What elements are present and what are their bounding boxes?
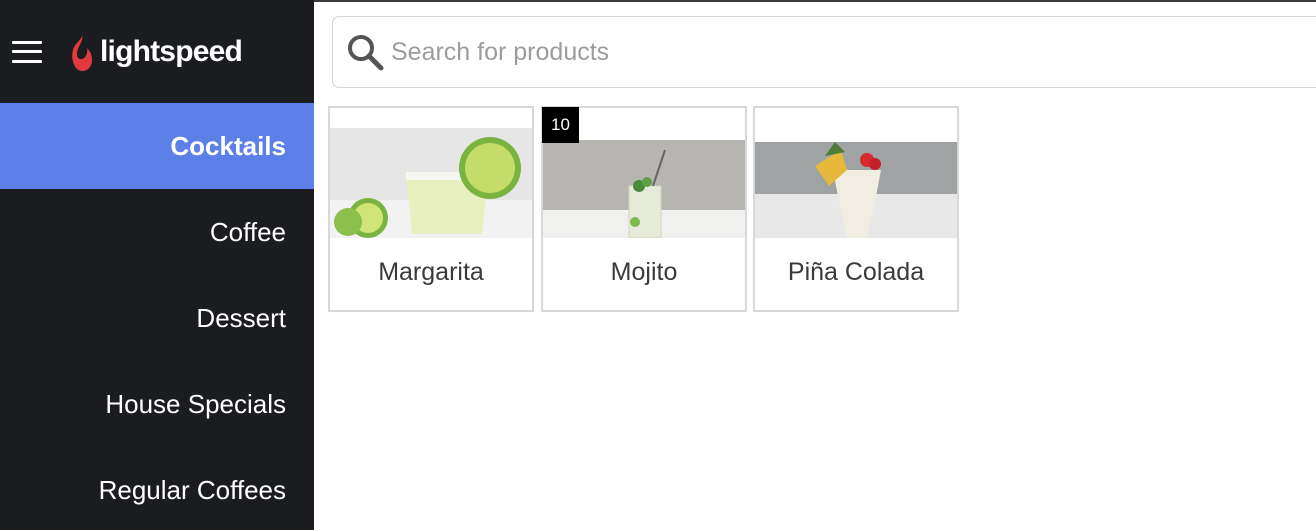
quantity-badge: 10 <box>542 107 579 143</box>
brand-name: lightspeed <box>100 34 243 68</box>
flame-icon <box>72 31 93 71</box>
search-icon <box>348 35 384 71</box>
sidebar-item-coffee[interactable]: Coffee <box>0 189 314 275</box>
product-name: Mojito <box>610 258 678 286</box>
sidebar-item-house-specials[interactable]: House Specials <box>0 361 314 447</box>
product-tile-pina-colada[interactable]: Piña Colada <box>753 106 959 312</box>
sidebar-header: lightspeed <box>0 0 314 103</box>
mojito-photo <box>543 140 745 238</box>
product-tile-mojito[interactable]: 10 Mojito <box>541 106 747 312</box>
search-input[interactable] <box>391 37 1291 67</box>
hamburger-menu-icon[interactable] <box>12 40 42 63</box>
product-tile-margarita[interactable]: Margarita <box>328 106 534 312</box>
sidebar: lightspeed Cocktails Coffee Dessert Hous… <box>0 0 314 530</box>
sidebar-item-regular-coffees[interactable]: Regular Coffees <box>0 447 314 530</box>
lightspeed-logo: lightspeed <box>66 31 243 73</box>
pina-colada-photo <box>755 142 957 238</box>
search-bar[interactable] <box>332 16 1316 88</box>
top-border <box>314 0 1316 2</box>
product-name: Piña Colada <box>787 258 925 286</box>
margarita-photo <box>330 128 532 238</box>
product-name: Margarita <box>378 258 484 286</box>
sidebar-item-dessert[interactable]: Dessert <box>0 275 314 361</box>
sidebar-item-cocktails[interactable]: Cocktails <box>0 103 314 189</box>
